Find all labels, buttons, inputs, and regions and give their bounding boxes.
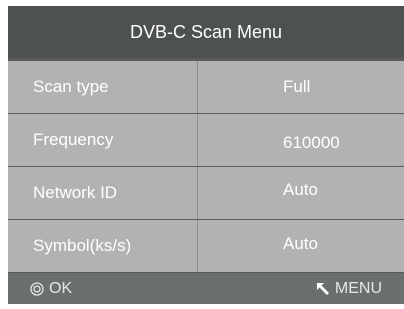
frequency-label: Frequency (8, 114, 198, 166)
row-network-id[interactable]: Network ID Auto (8, 167, 404, 219)
settings-list: Scan type Full Frequency 610000 Network … (8, 61, 404, 273)
symbol-rate-value[interactable]: Auto (198, 220, 404, 272)
menu-hint: MENU (316, 280, 382, 298)
symbol-rate-label: Symbol(ks/s) (8, 220, 198, 272)
menu-label: MENU (334, 280, 382, 297)
menu-footer: OK MENU (8, 273, 404, 304)
frequency-value[interactable]: 610000 (198, 114, 404, 166)
network-id-label: Network ID (8, 167, 198, 219)
row-frequency[interactable]: Frequency 610000 (8, 114, 404, 166)
row-symbol-rate[interactable]: Symbol(ks/s) Auto (8, 220, 404, 272)
network-id-value[interactable]: Auto (198, 167, 404, 219)
scan-type-value[interactable]: Full (198, 61, 404, 113)
menu-title: DVB-C Scan Menu (129, 21, 283, 42)
menu-header: DVB-C Scan Menu (8, 6, 404, 58)
dvb-c-scan-menu: DVB-C Scan Menu Scan type Full Frequency… (8, 6, 404, 304)
ok-hint: OK (30, 280, 72, 298)
ok-circle-icon (30, 282, 44, 296)
scan-type-label: Scan type (8, 61, 198, 113)
row-scan-type[interactable]: Scan type Full (8, 61, 404, 113)
ok-label: OK (49, 280, 73, 297)
return-arrow-icon (316, 282, 330, 296)
